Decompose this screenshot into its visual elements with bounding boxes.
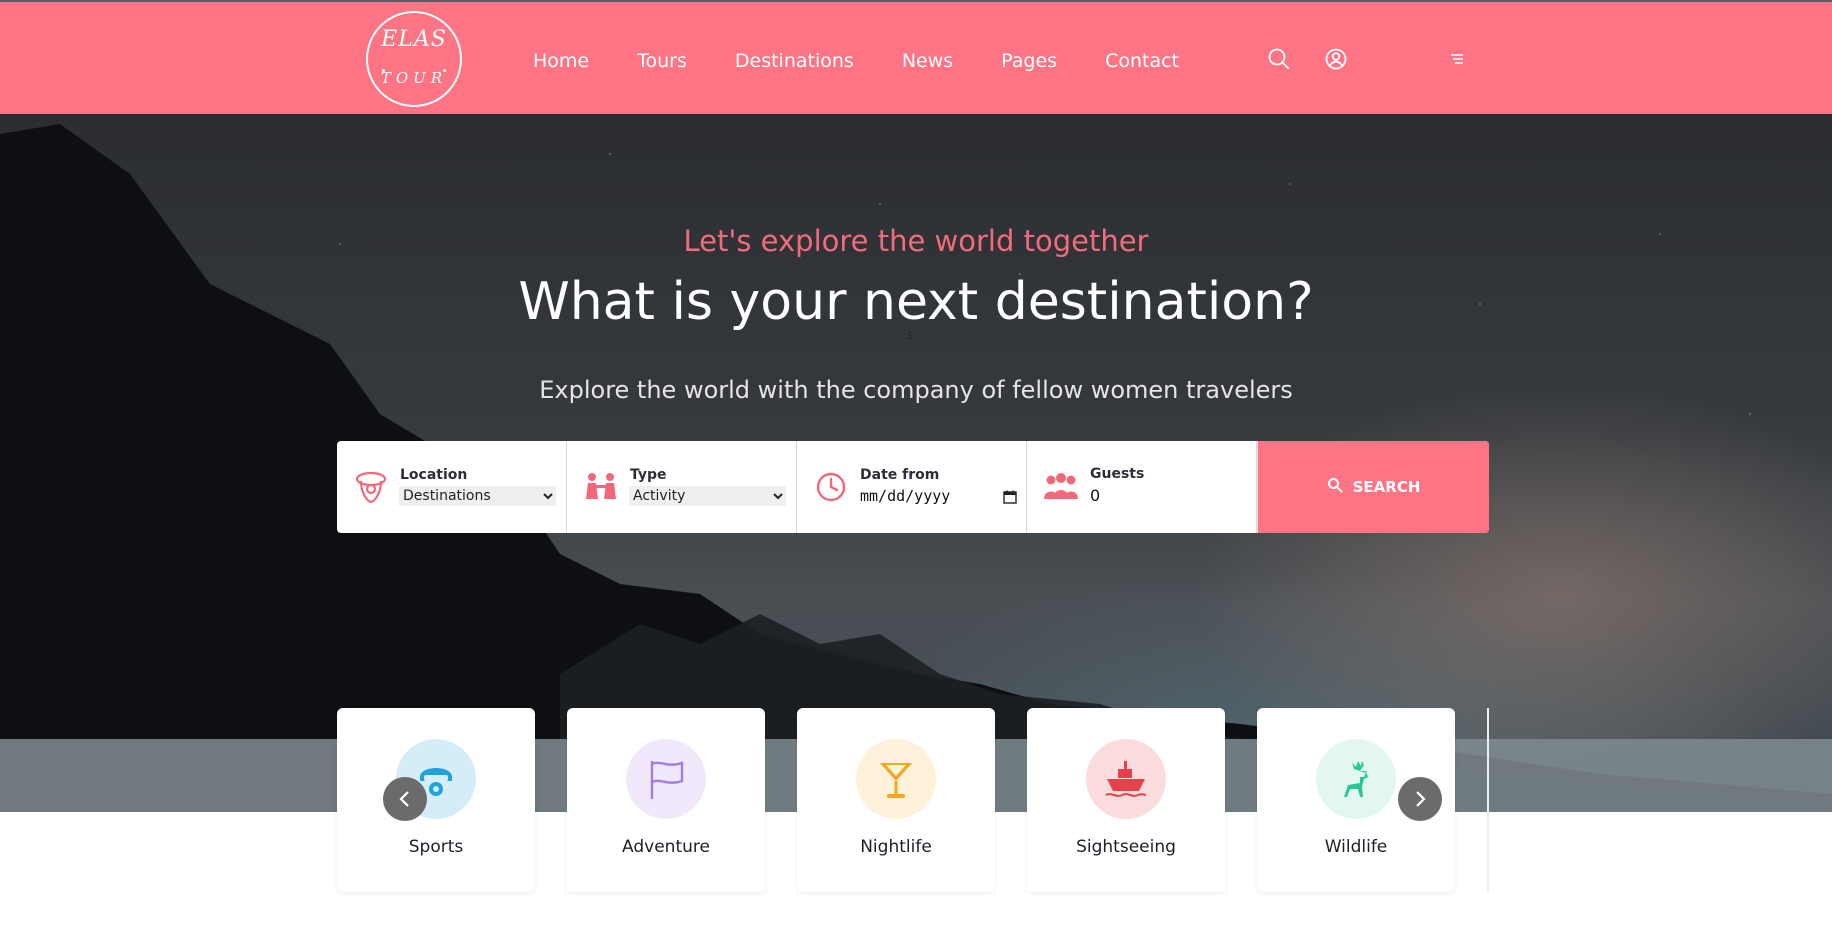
guests-field: Guests 0 xyxy=(1027,441,1257,533)
nav-home[interactable]: Home xyxy=(533,50,589,72)
map-pin-icon xyxy=(353,469,389,505)
site-header: ELAS TOUR Home Tours Destinations News P… xyxy=(0,0,1832,114)
flag-icon xyxy=(650,761,684,799)
hero-subtitle: Let's explore the world together xyxy=(683,224,1149,258)
category-card-adventure[interactable]: Adventure xyxy=(567,708,765,892)
category-card-nightlife[interactable]: Nightlife xyxy=(797,708,995,892)
guests-label: Guests xyxy=(1090,466,1145,482)
cocktail-icon xyxy=(880,763,912,798)
logo-dot-right xyxy=(443,69,446,72)
date-field: Date from mm/dd/yyyy xyxy=(797,441,1027,533)
people-icon xyxy=(583,469,619,505)
location-field: Location Destinations xyxy=(337,441,567,533)
nav-pages[interactable]: Pages xyxy=(1001,50,1057,72)
deer-icon xyxy=(1344,761,1368,797)
clock-icon xyxy=(813,469,849,505)
group-icon xyxy=(1043,469,1079,505)
search-button-icon xyxy=(1327,477,1343,497)
chevron-right-icon xyxy=(1416,791,1426,807)
nav-news[interactable]: News xyxy=(902,50,953,72)
category-label: Nightlife xyxy=(860,837,932,857)
type-label: Type xyxy=(630,467,667,483)
category-icon-circle xyxy=(1086,739,1166,819)
nav-contact[interactable]: Contact xyxy=(1105,50,1179,72)
user-icon[interactable] xyxy=(1324,47,1348,71)
category-card-sightseeing[interactable]: Sightseeing xyxy=(1027,708,1225,892)
category-icon-circle xyxy=(1316,739,1396,819)
logo-line1: ELAS xyxy=(381,27,447,52)
carousel-next-button[interactable] xyxy=(1398,777,1442,821)
search-button-label: SEARCH xyxy=(1352,478,1421,496)
carousel-prev-button[interactable] xyxy=(383,777,427,821)
hero-description: Explore the world with the company of fe… xyxy=(539,376,1293,404)
category-icon-circle xyxy=(626,739,706,819)
location-select[interactable]: Destinations xyxy=(399,486,556,506)
nav-tours[interactable]: Tours xyxy=(637,50,687,72)
ship-icon xyxy=(1105,761,1147,797)
type-select[interactable]: Activity xyxy=(629,486,786,506)
chevron-left-icon xyxy=(399,791,409,807)
hero-title: What is your next destination? xyxy=(518,272,1314,332)
menu-icon[interactable] xyxy=(1448,50,1466,68)
type-field: Type Activity xyxy=(567,441,797,533)
guests-input[interactable]: 0 xyxy=(1090,486,1100,505)
logo[interactable]: ELAS TOUR xyxy=(366,11,462,107)
main-nav: Home Tours Destinations News Pages Conta… xyxy=(533,50,1227,72)
category-label: Adventure xyxy=(622,837,710,857)
next-card-edge xyxy=(1487,708,1489,892)
search-button[interactable]: SEARCH xyxy=(1257,441,1489,533)
tour-search-bar: Location Destinations Type Activity Date… xyxy=(337,441,1489,533)
category-label: Wildlife xyxy=(1324,837,1388,857)
calendar-icon[interactable] xyxy=(1003,489,1017,508)
logo-line2: TOUR xyxy=(380,69,448,87)
category-card-sports[interactable]: Sports xyxy=(337,708,535,892)
location-label: Location xyxy=(400,467,468,483)
nav-destinations[interactable]: Destinations xyxy=(735,50,854,72)
category-label: Sightseeing xyxy=(1076,837,1176,857)
date-label: Date from xyxy=(860,467,940,483)
category-icon-circle xyxy=(856,739,936,819)
category-label: Sports xyxy=(408,837,464,857)
date-input[interactable]: mm/dd/yyyy xyxy=(860,487,950,505)
search-icon[interactable] xyxy=(1267,47,1291,71)
hero-stray-mark: s xyxy=(907,328,914,342)
